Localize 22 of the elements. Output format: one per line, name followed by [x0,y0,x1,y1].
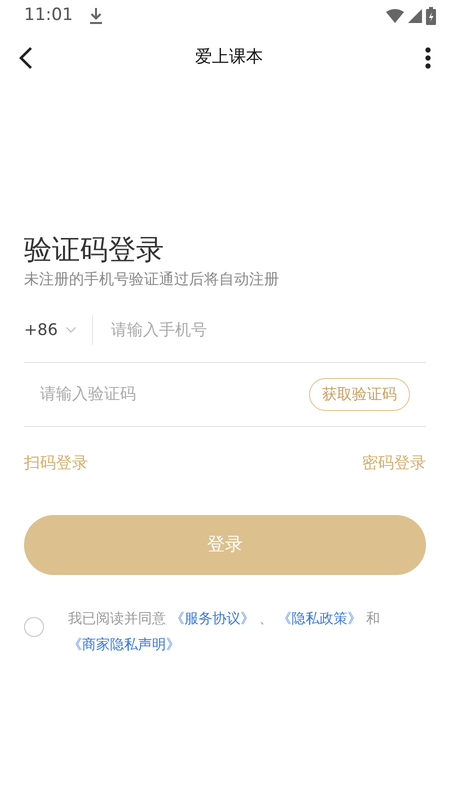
page-heading: 验证码登录 [24,232,165,268]
country-code-selector[interactable]: +86 [24,318,76,342]
status-time: 11:01 [24,4,73,28]
back-icon [18,46,34,70]
app-title: 爱上课本 [195,46,263,70]
download-icon [89,7,103,25]
agreement-checkbox[interactable] [24,616,44,637]
battery-icon [426,7,436,25]
subtitle: 未注册的手机号验证通过后将自动注册 [24,269,280,290]
login-method-link[interactable]: 扫码登录 [24,450,88,475]
policy-link[interactable]: 《商家隐私声明》 [68,636,180,653]
chevron-down-icon [66,327,76,334]
wifi-icon [386,9,404,23]
code-input[interactable]: 请输入验证码 [24,381,301,408]
policy-link[interactable]: 《服务协议》 [170,610,254,627]
signal-icon [408,9,422,23]
agreement-text: 我已阅读并同意 《服务协议》 、 《隐私政策》 和 《商家隐私声明》 [68,610,381,655]
get-code-button[interactable]: 获取验证码 [309,378,410,411]
more-icon [424,46,432,70]
policy-link[interactable]: 《隐私政策》 [277,610,362,627]
login-method-link[interactable]: 密码登录 [362,450,426,475]
phone-input[interactable]: 请输入手机号 [108,317,426,344]
